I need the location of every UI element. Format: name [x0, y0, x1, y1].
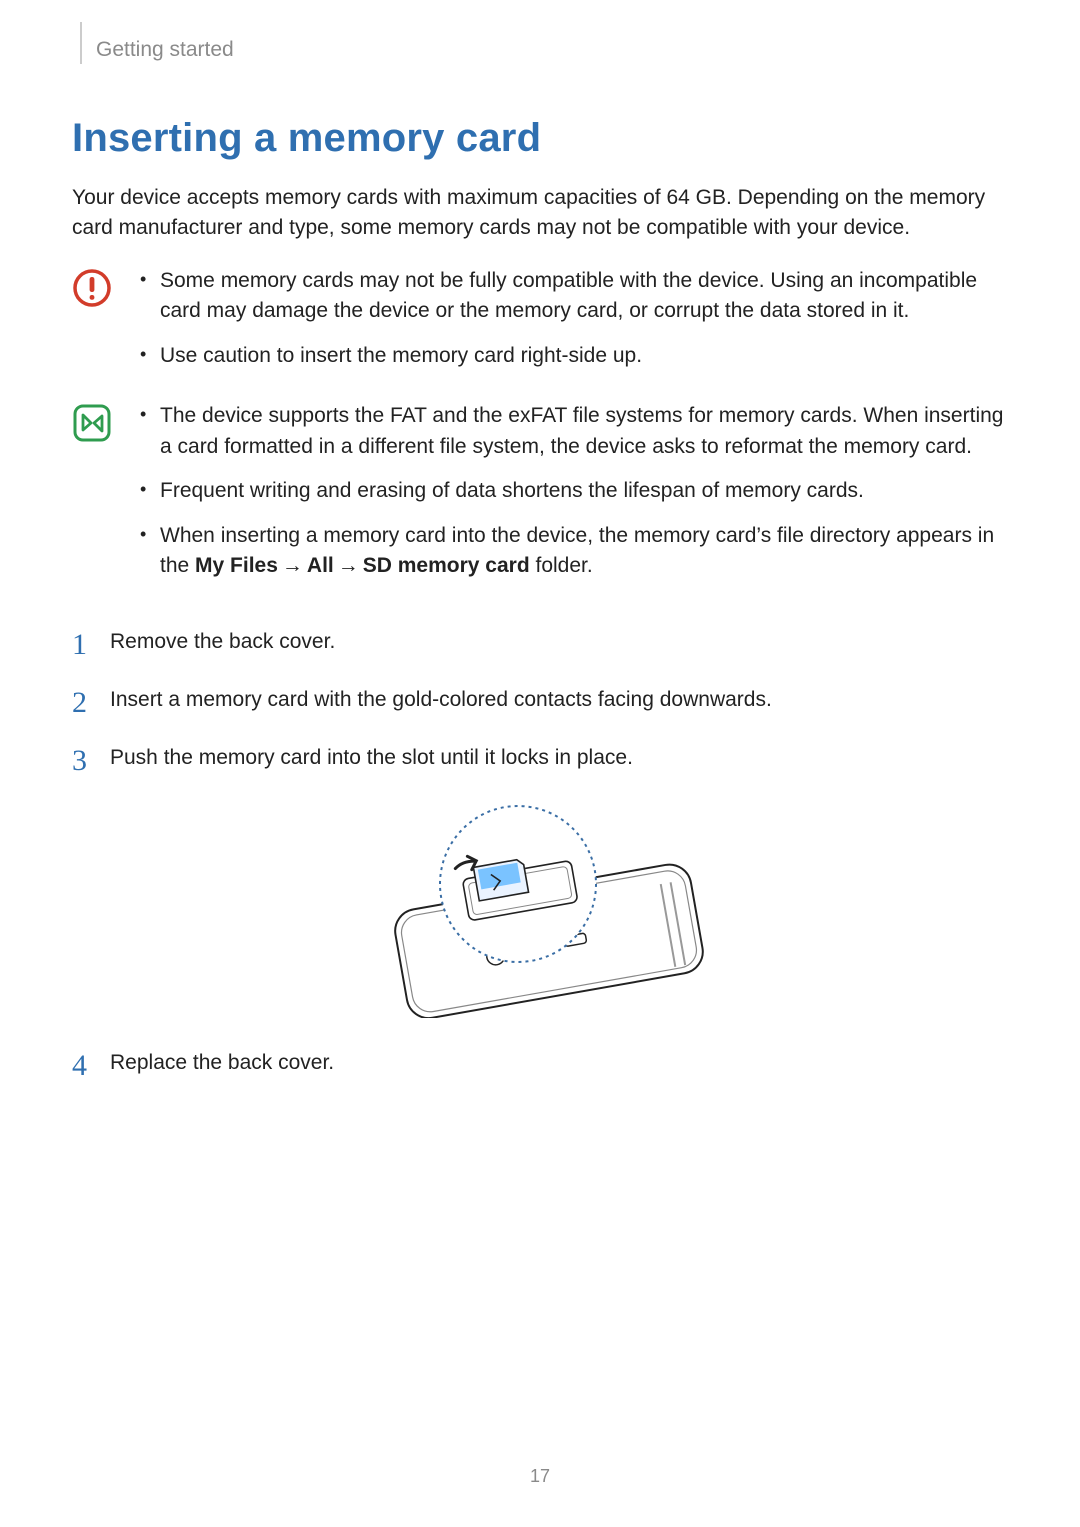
info-item: Frequent writing and erasing of data sho… [136, 476, 1008, 506]
page-title: Inserting a memory card [72, 116, 1008, 161]
section-label: Getting started [96, 37, 234, 62]
info-item: The device supports the FAT and the exFA… [136, 401, 1008, 462]
intro-paragraph: Your device accepts memory cards with ma… [72, 183, 1008, 244]
step-item: Push the memory card into the slot until… [72, 741, 1008, 775]
memory-card-insert-illustration [72, 798, 1008, 1018]
page-number: 17 [0, 1466, 1080, 1487]
arrow-icon: → [278, 554, 307, 577]
step-item: Remove the back cover. [72, 625, 1008, 659]
arrow-icon: → [334, 554, 363, 577]
warning-list: Some memory cards may not be fully compa… [136, 266, 1008, 371]
manual-page: Getting started Inserting a memory card … [0, 0, 1080, 1527]
info-item: When inserting a memory card into the de… [136, 521, 1008, 582]
running-header: Getting started [80, 22, 1008, 64]
step-item: Insert a memory card with the gold-color… [72, 683, 1008, 717]
info-list: The device supports the FAT and the exFA… [136, 401, 1008, 581]
note-icon [72, 403, 112, 443]
path-my-files: My Files [195, 554, 278, 577]
warning-icon [72, 268, 112, 308]
path-sd: SD memory card [363, 554, 530, 577]
warning-item: Some memory cards may not be fully compa… [136, 266, 1008, 327]
warning-note: Some memory cards may not be fully compa… [72, 266, 1008, 385]
info-note: The device supports the FAT and the exFA… [72, 401, 1008, 595]
steps-list: Remove the back cover. Insert a memory c… [72, 625, 1008, 774]
step-item: Replace the back cover. [72, 1046, 1008, 1080]
text-fragment: folder. [530, 554, 593, 577]
path-all: All [307, 554, 334, 577]
steps-list-continued: Replace the back cover. [72, 1046, 1008, 1080]
warning-item: Use caution to insert the memory card ri… [136, 341, 1008, 371]
